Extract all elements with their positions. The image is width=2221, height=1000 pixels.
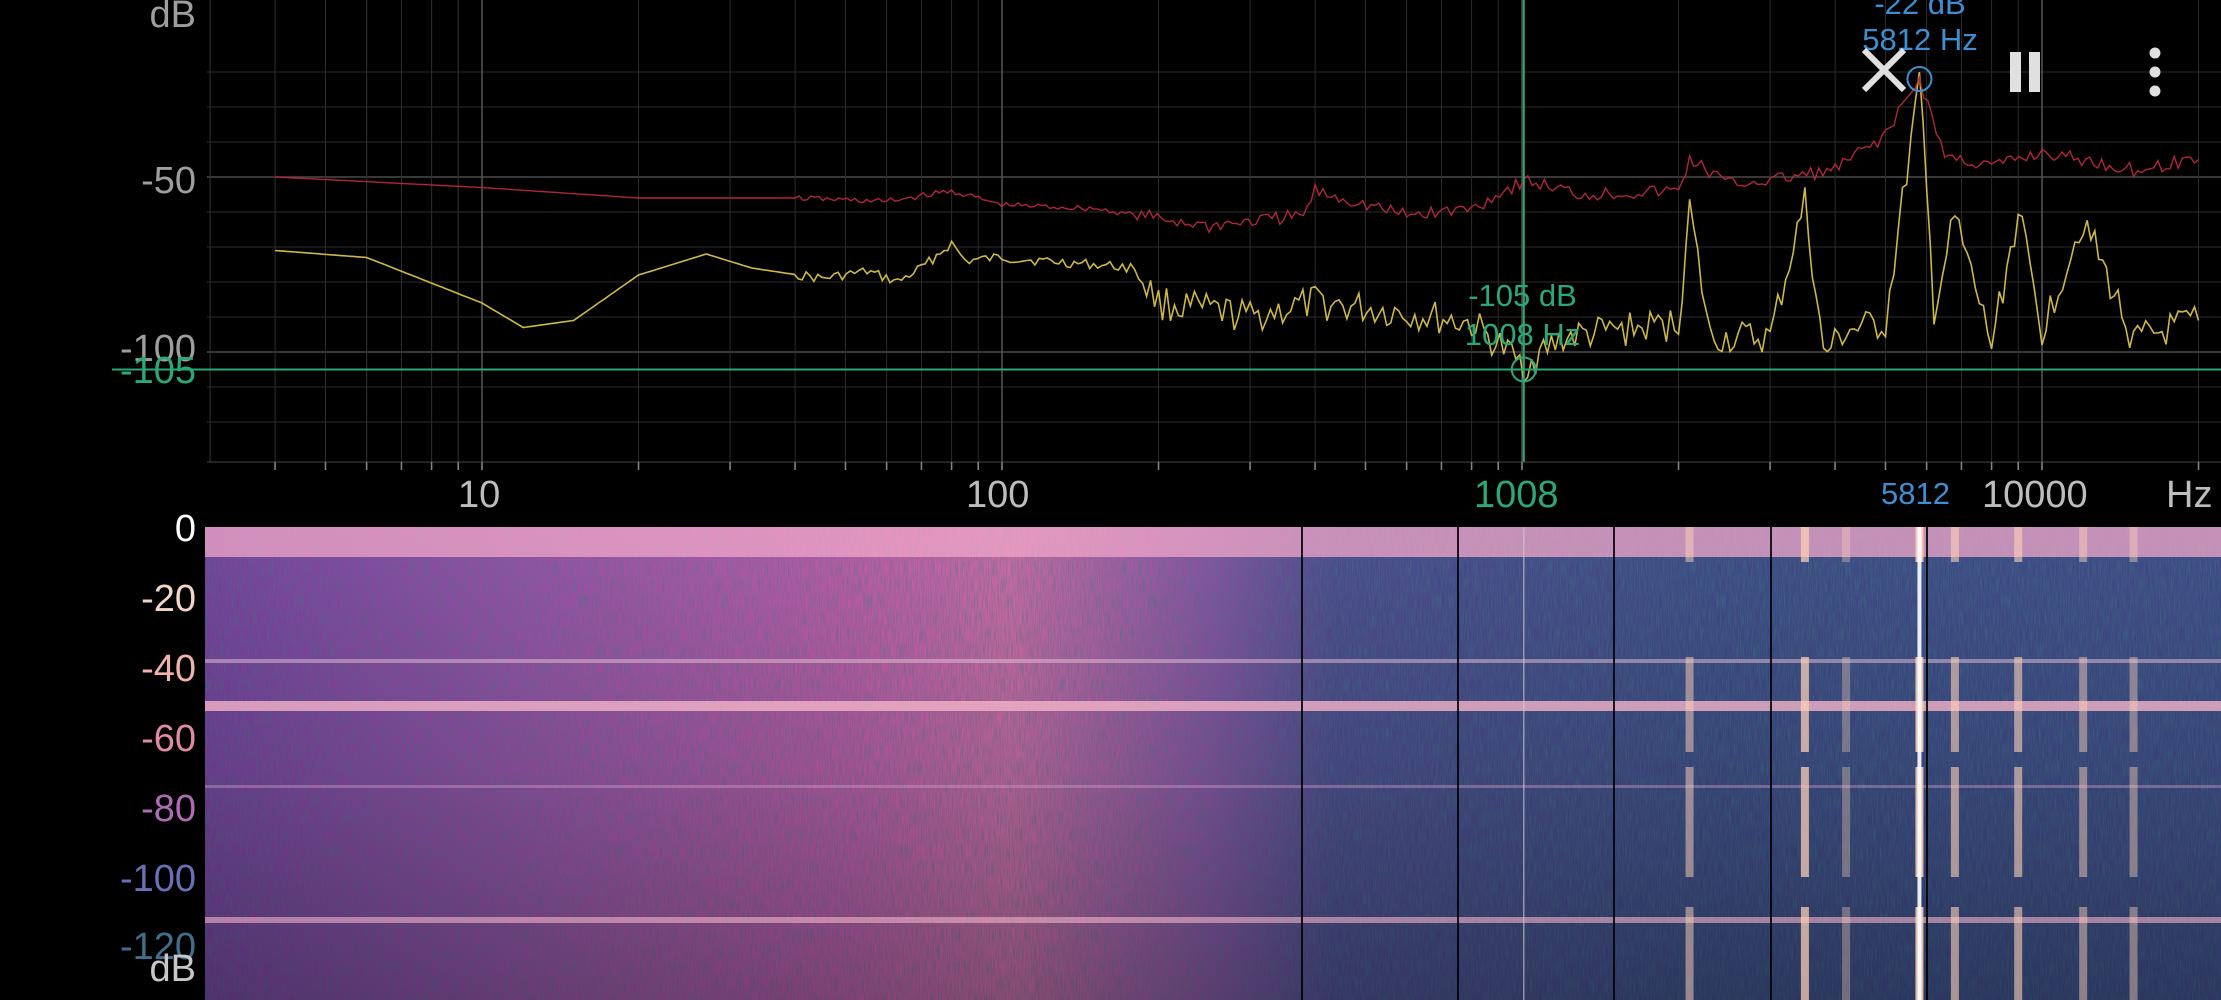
spectrogram-spike xyxy=(1800,767,1809,877)
sg-unit-label: dB xyxy=(149,948,196,990)
spectrogram-spike xyxy=(1950,767,1959,877)
spectrum-series xyxy=(275,71,2200,384)
spectrogram-spike xyxy=(2079,657,2088,752)
spectrogram[interactable] xyxy=(205,527,2221,1000)
x-tick-label: 10000 xyxy=(1982,474,2088,516)
spectrogram-spike xyxy=(2079,527,2088,562)
analyzer-screen: dB -50 -100 -105 -22 dB 5812 Hz -105 dB … xyxy=(0,0,2221,1000)
spectrum-unit-label: dB xyxy=(149,0,196,36)
spectrogram-spike xyxy=(1842,907,1851,1000)
spectrogram-spike xyxy=(2129,767,2138,877)
spectrogram-spike xyxy=(2129,657,2138,752)
sg-tick-label: -80 xyxy=(141,788,196,830)
overflow-menu-button[interactable] xyxy=(2140,44,2170,102)
x-unit-label: Hz xyxy=(2166,474,2213,516)
spectrogram-spike xyxy=(1685,527,1694,562)
sg-tick-label: -40 xyxy=(141,648,196,690)
x-tick-label: 100 xyxy=(966,474,1030,516)
cursor-db-label: -105 xyxy=(119,350,196,392)
sg-tick-label: -60 xyxy=(141,718,196,760)
pause-icon xyxy=(2010,52,2040,92)
spectrogram-spike xyxy=(1950,527,1959,562)
pause-button[interactable] xyxy=(2004,48,2048,96)
y-tick-label: -50 xyxy=(141,160,196,202)
close-icon xyxy=(1861,47,1907,93)
spectrogram-spike xyxy=(2014,907,2023,1000)
spectrogram-spike xyxy=(1842,767,1851,877)
spectrogram-spike xyxy=(1842,527,1851,562)
spectrogram-spike xyxy=(1685,767,1694,877)
x-tick-label: 10 xyxy=(458,474,501,516)
cursor-freq-tick: 1008 xyxy=(1474,474,1559,516)
spectrogram-spike xyxy=(2129,907,2138,1000)
spectrogram-spike xyxy=(2079,767,2088,877)
spectrogram-spike xyxy=(1842,657,1851,752)
spectrogram-spike xyxy=(1685,907,1694,1000)
cursor-readout: -105 dB 1008 Hz xyxy=(1400,276,1645,354)
spectrogram-spike xyxy=(1950,907,1959,1000)
spectrum-grid xyxy=(207,0,2221,470)
spectrogram-spike xyxy=(1950,657,1959,752)
spectrogram-spike xyxy=(2014,657,2023,752)
spectrogram-spike xyxy=(1800,907,1809,1000)
spectrogram-spike xyxy=(1800,527,1809,562)
sg-tick-label: -20 xyxy=(141,578,196,620)
peak-db: -22 dB xyxy=(1874,0,1966,21)
series-line xyxy=(275,71,2200,384)
sg-tick-label: 0 xyxy=(174,508,196,550)
spectrogram-spike xyxy=(1685,657,1694,752)
sg-tick-label: -100 xyxy=(119,858,196,900)
close-button[interactable] xyxy=(1858,44,1910,96)
cursor-hz: 1008 Hz xyxy=(1464,317,1581,352)
cursor-db: -105 dB xyxy=(1468,278,1577,313)
peak-freq-tick: 5812 xyxy=(1881,476,1950,511)
spectrogram-spike xyxy=(2129,527,2138,562)
spectrogram-spike xyxy=(2079,907,2088,1000)
spectrogram-spike xyxy=(1800,657,1809,752)
more-vert-icon xyxy=(2149,47,2161,97)
spectrogram-spike xyxy=(2014,767,2023,877)
spectrogram-spike xyxy=(2014,527,2023,562)
